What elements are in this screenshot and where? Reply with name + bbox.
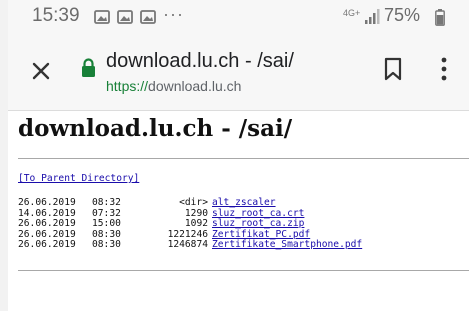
file-size: <dir> (179, 197, 208, 208)
page-heading: download.lu.ch - /sai/ (18, 115, 293, 142)
notification-icons (94, 10, 156, 24)
browser-toolbar: download.lu.ch - /sai/ https://download.… (8, 34, 469, 111)
file-time: 08:30 (92, 228, 121, 240)
file-size: 1246874 (167, 239, 208, 251)
file-time: 08:30 (92, 239, 121, 251)
more-menu-icon[interactable] (440, 57, 448, 81)
lock-icon[interactable] (81, 58, 96, 78)
page-content: download.lu.ch - /sai/ [To Parent Direct… (8, 111, 469, 311)
file-link[interactable]: sluz_root_ca.crt (212, 208, 304, 219)
status-time: 15:39 (32, 5, 80, 26)
divider (18, 158, 469, 159)
phone-screen: 15:39 ··· 4G+ 75% download.lu.ch - /sai/… (8, 0, 469, 311)
url-scheme: https:// (106, 78, 149, 94)
file-date: 26.06.2019 (18, 228, 76, 240)
status-bar: 15:39 ··· 4G+ 75% (8, 0, 469, 34)
gallery-notification-icon (94, 10, 110, 24)
url-display[interactable]: https://download.lu.ch (106, 78, 241, 94)
file-size: 1092 (184, 218, 208, 230)
file-date: 26.06.2019 (18, 197, 76, 208)
file-link[interactable]: sluz_root_ca.zip (212, 218, 304, 229)
divider (18, 270, 469, 271)
more-notifications-indicator: ··· (163, 4, 184, 24)
file-date: 26.06.2019 (18, 239, 76, 251)
battery-percent: 75% (384, 5, 421, 25)
file-time: 08:32 (92, 197, 121, 208)
file-date: 14.06.2019 (18, 207, 76, 219)
url-host: download.lu.ch (148, 78, 242, 94)
file-size: 1290 (184, 207, 208, 219)
file-time: 15:00 (92, 218, 121, 230)
file-link[interactable]: Zertifikate_Smartphone.pdf (212, 239, 362, 250)
gallery-notification-icon (117, 10, 133, 24)
close-icon[interactable] (26, 56, 56, 86)
signal-strength-icon (365, 9, 380, 24)
file-link[interactable]: Zertifikat_PC.pdf (212, 229, 310, 240)
gallery-notification-icon (140, 10, 156, 24)
parent-directory-link[interactable]: [To Parent Directory] (18, 173, 139, 184)
page-title[interactable]: download.lu.ch - /sai/ (106, 50, 294, 73)
file-date: 26.06.2019 (18, 218, 76, 230)
bookmark-icon[interactable] (383, 57, 403, 81)
file-time: 07:32 (92, 207, 121, 219)
file-size: 1221246 (167, 228, 208, 240)
battery-icon (435, 9, 445, 26)
network-type-badge: 4G+ (343, 8, 361, 18)
file-link[interactable]: alt_zscaler (212, 197, 276, 208)
